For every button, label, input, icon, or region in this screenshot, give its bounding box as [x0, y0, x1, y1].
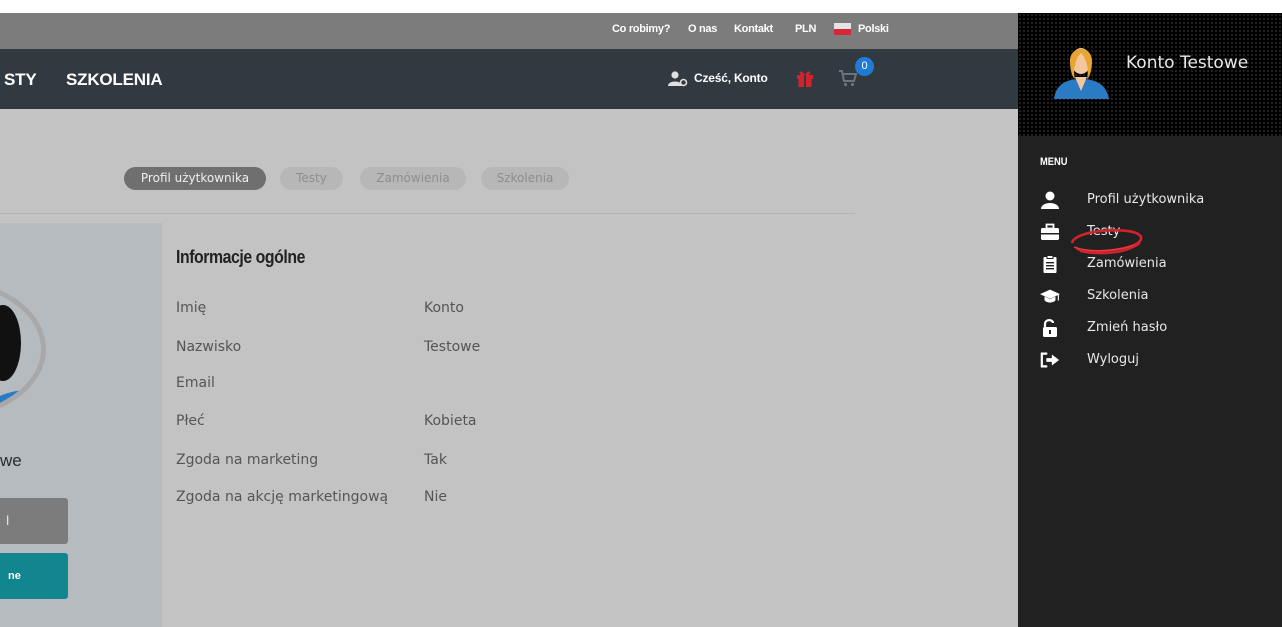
- sidebar-item-profil[interactable]: Profil użytkownika: [1040, 189, 1280, 213]
- account-sidebar: Konto Testowe MENU Profil użytkownika Te…: [1018, 13, 1282, 627]
- label-last-name: Nazwisko: [176, 339, 242, 355]
- profile-avatar: [0, 278, 46, 420]
- cart-count-badge: 0: [855, 57, 874, 76]
- poland-flag-icon: [834, 23, 851, 35]
- sidebar-item-label: Szkolenia: [1087, 288, 1149, 303]
- save-profile-button[interactable]: ne: [0, 553, 68, 599]
- link-kontakt[interactable]: Kontakt: [734, 23, 773, 35]
- graduation-cap-icon: [1040, 289, 1060, 303]
- label-gender: Płeć: [176, 413, 205, 429]
- user-avatar-icon: [1054, 48, 1109, 99]
- tabs-divider: [0, 213, 855, 214]
- value-last-name: Testowe: [424, 339, 481, 355]
- value-gender: Kobieta: [424, 413, 477, 429]
- highlight-circle-annotation: [1070, 228, 1143, 255]
- tab-testy[interactable]: Testy: [280, 167, 343, 190]
- app-frame: Co robimy? O nas Kontakt PLN Polski STY …: [0, 13, 1282, 627]
- sidebar-item-zmien-haslo[interactable]: Zmień hasło: [1040, 317, 1280, 341]
- main-navbar: STY SZKOLENIA Cześć, Konto 0: [0, 49, 1018, 109]
- unlock-icon: [1043, 319, 1057, 337]
- profile-side-panel: we l ne: [0, 223, 162, 627]
- edit-profile-button[interactable]: l: [0, 498, 68, 544]
- menu-heading: MENU: [1040, 156, 1068, 168]
- tab-szkolenia[interactable]: Szkolenia: [481, 167, 569, 190]
- currency-selector[interactable]: PLN: [795, 23, 816, 35]
- sign-out-icon: [1040, 352, 1060, 368]
- section-title: Informacje ogólne: [176, 247, 305, 267]
- value-marketing-action-consent: Nie: [424, 489, 447, 505]
- main-page-overlay: Co robimy? O nas Kontakt PLN Polski STY …: [0, 13, 1018, 627]
- label-marketing-consent: Zgoda na marketing: [176, 452, 319, 468]
- label-marketing-action-consent: Zgoda na akcję marketingową: [176, 489, 389, 505]
- sidebar-header: Konto Testowe: [1018, 13, 1282, 136]
- profile-name-fragment: we: [0, 451, 22, 470]
- user-greeting[interactable]: Cześć, Konto: [694, 71, 768, 85]
- user-icon: [1041, 191, 1059, 209]
- top-utility-bar: Co robimy? O nas Kontakt PLN Polski: [0, 13, 1018, 49]
- value-first-name: Konto: [424, 300, 464, 316]
- tab-zamowienia[interactable]: Zamówienia: [360, 167, 466, 190]
- nav-item-testy[interactable]: STY: [4, 70, 37, 90]
- nav-item-szkolenia[interactable]: SZKOLENIA: [66, 70, 163, 90]
- sidebar-item-label: Profil użytkownika: [1087, 192, 1205, 207]
- sidebar-item-label: Wyloguj: [1087, 352, 1139, 367]
- link-co-robimy[interactable]: Co robimy?: [612, 23, 670, 35]
- label-email: Email: [176, 375, 215, 391]
- sidebar-user-name: Konto Testowe: [1126, 53, 1249, 73]
- sidebar-item-szkolenia[interactable]: Szkolenia: [1040, 285, 1280, 309]
- avatar-icon: [0, 305, 41, 415]
- user-settings-icon: [668, 71, 688, 87]
- sidebar-item-label: Zmień hasło: [1087, 320, 1168, 335]
- value-marketing-consent: Tak: [424, 452, 447, 468]
- cart-icon[interactable]: [838, 69, 858, 87]
- label-first-name: Imię: [176, 300, 207, 316]
- link-o-nas[interactable]: O nas: [688, 23, 717, 35]
- tab-profil-uzytkownika[interactable]: Profil użytkownika: [124, 167, 266, 190]
- gift-icon[interactable]: [796, 69, 814, 87]
- language-selector[interactable]: Polski: [858, 23, 889, 35]
- sidebar-item-wyloguj[interactable]: Wyloguj: [1040, 349, 1280, 373]
